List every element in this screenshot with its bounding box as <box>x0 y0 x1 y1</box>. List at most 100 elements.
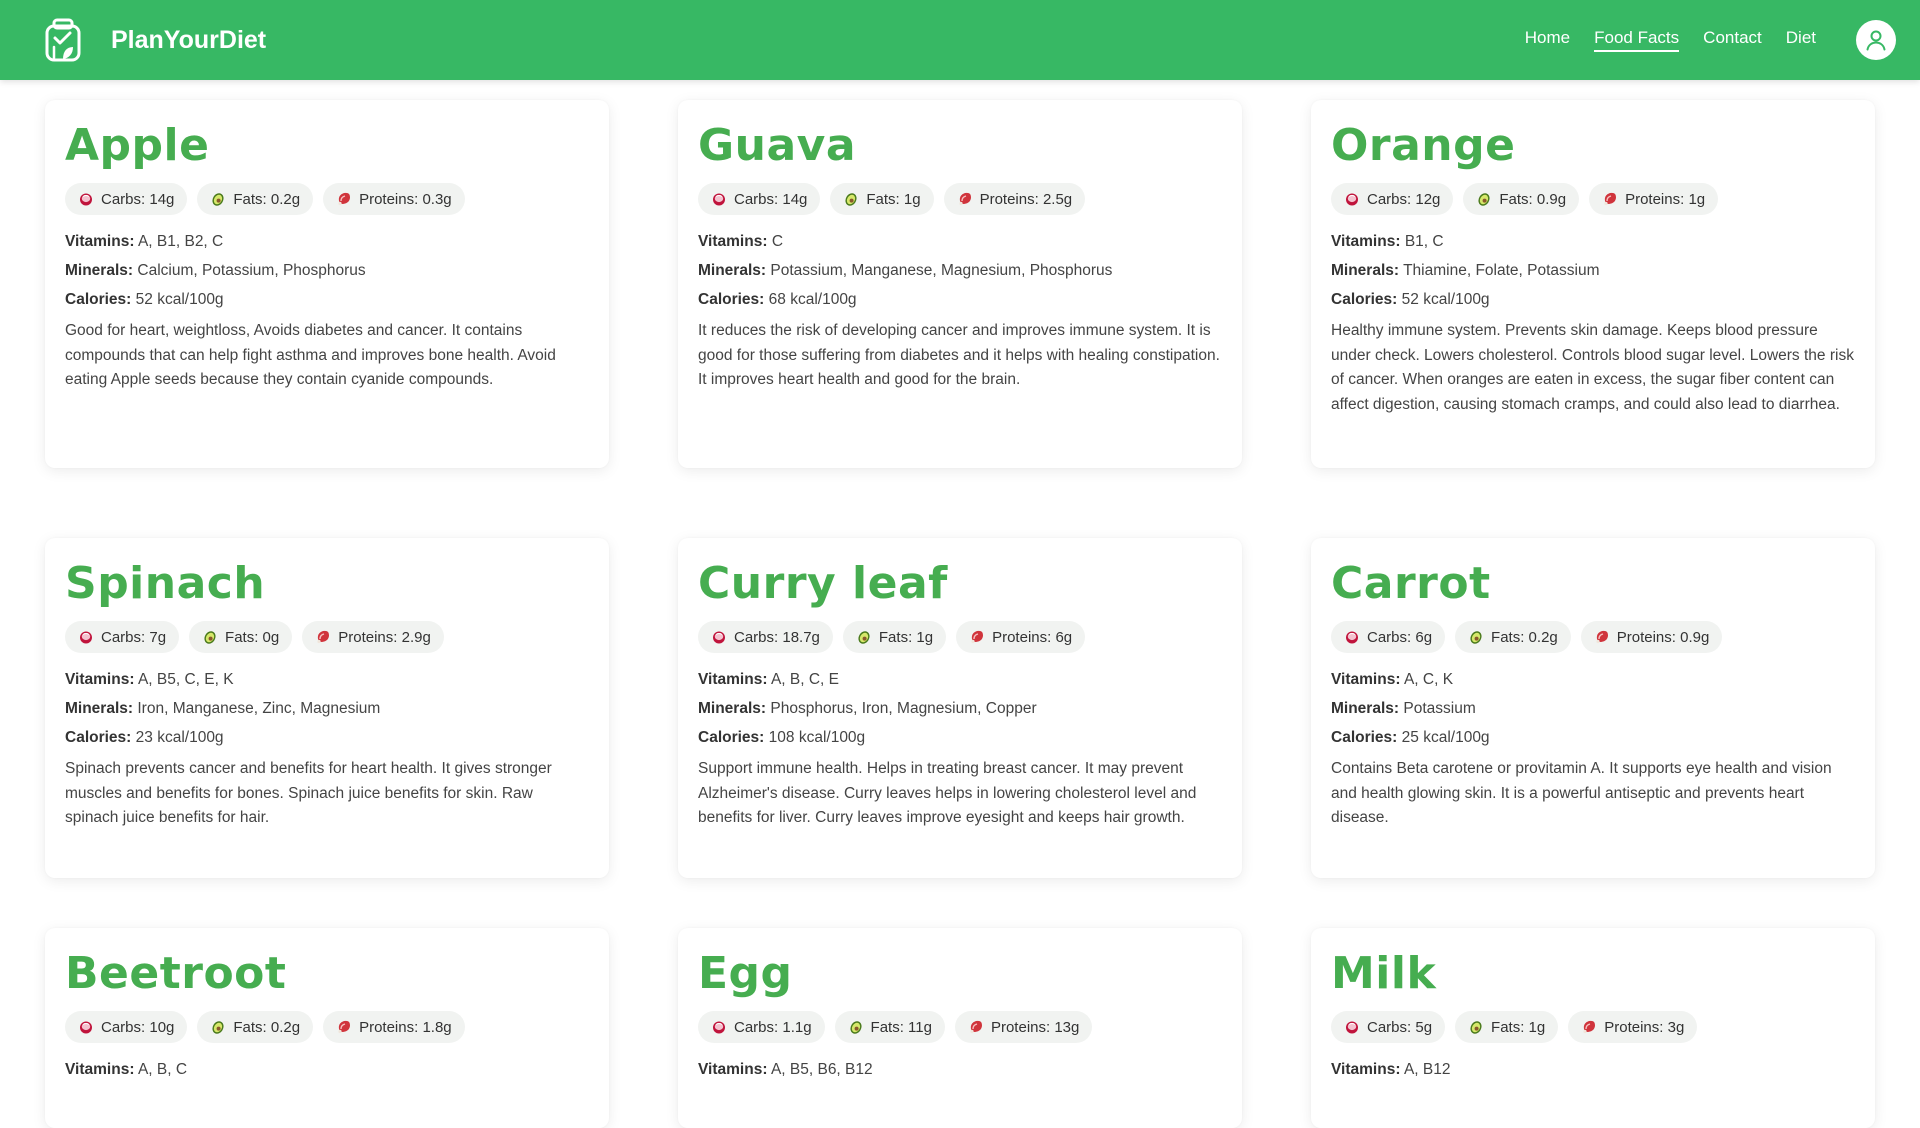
fats-chip: Fats: 11g <box>834 1011 945 1043</box>
proteins-chip: Proteins: 3g <box>1568 1011 1698 1043</box>
fats-chip: Fats: 0.2g <box>197 183 314 215</box>
minerals-value: Phosphorus, Iron, Magnesium, Copper <box>770 700 1037 717</box>
food-card-curry-leaf: Curry leaf Carbs: 18.7g Fats: 1g Protein… <box>678 538 1242 878</box>
vitamins-label: Vitamins: <box>1331 1061 1401 1078</box>
proteins-chip: Proteins: 0.3g <box>323 183 465 215</box>
proteins-label: Proteins: 3g <box>1604 1018 1685 1036</box>
proteins-label: Proteins: 2.5g <box>979 190 1073 208</box>
proteins-label: Proteins: 0.9g <box>1616 628 1710 646</box>
proteins-label: Proteins: 0.3g <box>359 190 452 208</box>
carbs-label: Carbs: 1.1g <box>734 1018 812 1036</box>
proteins-chip: Proteins: 2.9g <box>302 621 444 653</box>
calories-value: 52 kcal/100g <box>1401 291 1490 308</box>
nav-diet[interactable]: Diet <box>1786 28 1816 52</box>
fats-chip: Fats: 0g <box>189 621 293 653</box>
minerals-label: Minerals: <box>1331 700 1400 717</box>
food-description: Spinach prevents cancer and benefits for… <box>65 760 552 826</box>
macros-row: Carbs: 6g Fats: 0.2g Proteins: 0.9g <box>1331 621 1855 653</box>
macros-row: Carbs: 12g Fats: 0.9g Proteins: 1g <box>1331 183 1855 215</box>
avocado-icon <box>856 629 872 645</box>
minerals-value: Calcium, Potassium, Phosphorus <box>137 262 366 279</box>
carbs-label: Carbs: 10g <box>101 1018 175 1036</box>
carbs-label: Carbs: 5g <box>1367 1018 1433 1036</box>
proteins-label: Proteins: 13g <box>990 1018 1080 1036</box>
food-card-milk: Milk Carbs: 5g Fats: 1g Proteins: 3g Vit… <box>1311 928 1875 1128</box>
carbs-chip: Carbs: 14g <box>698 183 821 215</box>
carbs-chip: Carbs: 10g <box>65 1011 188 1043</box>
carbs-label: Carbs: 14g <box>734 190 808 208</box>
calories-value: 108 kcal/100g <box>768 729 866 746</box>
calories-row: Calories: 52 kcal/100g <box>65 285 589 314</box>
brand-name[interactable]: PlanYourDiet <box>111 0 266 80</box>
calories-row: Calories: 68 kcal/100g <box>698 285 1222 314</box>
minerals-value: Thiamine, Folate, Potassium <box>1403 262 1600 279</box>
vitamins-value: A, B5, C, E, K <box>137 671 234 688</box>
avocado-icon <box>848 1019 864 1035</box>
avocado-icon <box>1468 629 1484 645</box>
vitamins-value: A, B5, B6, B12 <box>770 1061 873 1078</box>
nav-home[interactable]: Home <box>1525 28 1570 52</box>
food-card-spinach: Spinach Carbs: 7g Fats: 0g Proteins: 2.9… <box>45 538 609 878</box>
calories-value: 23 kcal/100g <box>135 729 224 746</box>
avocado-icon <box>1468 1019 1484 1035</box>
carbs-chip: Carbs: 12g <box>1331 183 1454 215</box>
proteins-label: Proteins: 1.8g <box>359 1018 452 1036</box>
food-card-egg: Egg Carbs: 1.1g Fats: 11g Proteins: 13g … <box>678 928 1242 1128</box>
carbs-icon <box>1344 629 1360 645</box>
fats-label: Fats: 0g <box>225 628 280 646</box>
vitamins-row: Vitamins: A, B5, C, E, K <box>65 665 589 694</box>
fats-chip: Fats: 0.9g <box>1463 183 1580 215</box>
carbs-icon <box>78 629 94 645</box>
minerals-row: Minerals: Iron, Manganese, Zinc, Magnesi… <box>65 694 589 723</box>
food-title: Curry leaf <box>698 558 948 609</box>
diet-logo-icon[interactable] <box>40 16 86 64</box>
calories-row: Calories: 25 kcal/100g <box>1331 723 1855 752</box>
meat-icon <box>968 1019 984 1035</box>
macros-row: Carbs: 7g Fats: 0g Proteins: 2.9g <box>65 621 589 653</box>
nav-contact[interactable]: Contact <box>1703 28 1762 52</box>
minerals-label: Minerals: <box>65 262 134 279</box>
carbs-label: Carbs: 6g <box>1367 628 1433 646</box>
proteins-label: Proteins: 1g <box>1625 190 1706 208</box>
minerals-value: Potassium <box>1403 700 1476 717</box>
food-card-apple: Apple Carbs: 14g Fats: 0.2g Proteins: 0.… <box>45 100 609 468</box>
meat-icon <box>957 191 973 207</box>
vitamins-row: Vitamins: B1, C <box>1331 227 1855 256</box>
meat-icon <box>336 1019 352 1035</box>
macros-row: Carbs: 18.7g Fats: 1g Proteins: 6g <box>698 621 1222 653</box>
carbs-icon <box>78 191 94 207</box>
proteins-label: Proteins: 2.9g <box>338 628 431 646</box>
fats-label: Fats: 0.2g <box>1491 628 1558 646</box>
avatar-button[interactable] <box>1856 20 1896 60</box>
meat-icon <box>315 629 331 645</box>
nav-food-facts[interactable]: Food Facts <box>1594 28 1680 52</box>
top-navbar: PlanYourDiet Home Food Facts Contact Die… <box>0 0 1920 80</box>
vitamins-value: A, B, C <box>137 1061 188 1078</box>
vitamins-row: Vitamins: A, B, C, E <box>698 665 1222 694</box>
fats-label: Fats: 0.2g <box>233 1018 301 1036</box>
macros-row: Carbs: 14g Fats: 0.2g Proteins: 0.3g <box>65 183 589 215</box>
macros-row: Carbs: 5g Fats: 1g Proteins: 3g <box>1331 1011 1855 1043</box>
food-title: Beetroot <box>65 948 287 999</box>
calories-row: Calories: 108 kcal/100g <box>698 723 1222 752</box>
carbs-icon <box>711 629 727 645</box>
proteins-chip: Proteins: 13g <box>954 1011 1093 1043</box>
fats-label: Fats: 0.2g <box>233 190 301 208</box>
meat-icon <box>1581 1019 1597 1035</box>
calories-label: Calories: <box>698 729 765 746</box>
minerals-label: Minerals: <box>1331 262 1400 279</box>
fats-label: Fats: 0.9g <box>1499 190 1567 208</box>
fats-chip: Fats: 0.2g <box>1455 621 1571 653</box>
carbs-label: Carbs: 7g <box>101 628 167 646</box>
minerals-value: Iron, Manganese, Zinc, Magnesium <box>137 700 381 717</box>
vitamins-label: Vitamins: <box>65 1061 135 1078</box>
fats-chip: Fats: 1g <box>830 183 934 215</box>
carbs-chip: Carbs: 18.7g <box>698 621 833 653</box>
food-description: Healthy immune system. Prevents skin dam… <box>1331 322 1854 413</box>
vitamins-row: Vitamins: A, B1, B2, C <box>65 227 589 256</box>
vitamins-value: B1, C <box>1404 233 1444 250</box>
food-card-carrot: Carrot Carbs: 6g Fats: 0.2g Proteins: 0.… <box>1311 538 1875 878</box>
food-description: It reduces the risk of developing cancer… <box>698 322 1220 388</box>
vitamins-value: A, B, C, E <box>770 671 840 688</box>
calories-label: Calories: <box>1331 291 1398 308</box>
